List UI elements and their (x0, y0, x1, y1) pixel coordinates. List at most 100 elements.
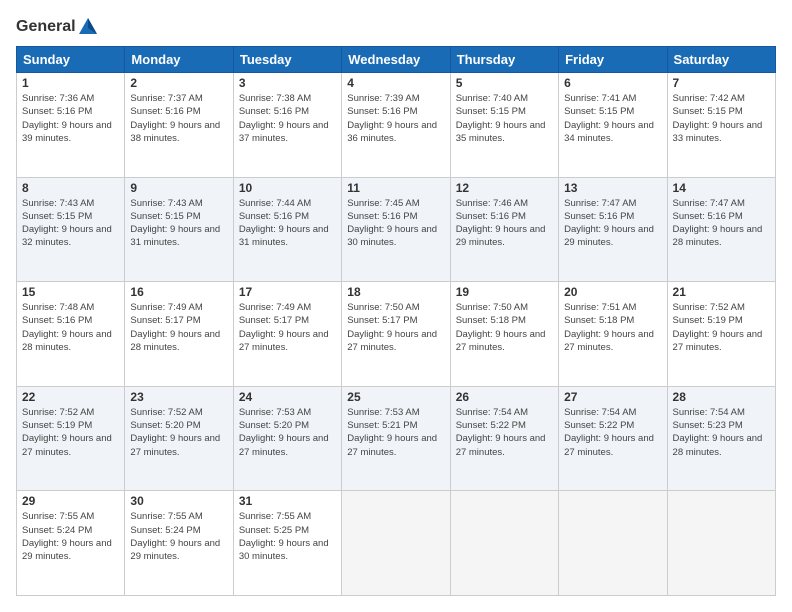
day-cell-5: 5 Sunrise: 7:40 AM Sunset: 5:15 PM Dayli… (450, 73, 558, 178)
day-info-30: Sunrise: 7:55 AM Sunset: 5:24 PM Dayligh… (130, 510, 227, 563)
day-cell-18: 18 Sunrise: 7:50 AM Sunset: 5:17 PM Dayl… (342, 282, 450, 387)
day-number-21: 21 (673, 285, 770, 299)
day-cell-1: 1 Sunrise: 7:36 AM Sunset: 5:16 PM Dayli… (17, 73, 125, 178)
day-cell-15: 15 Sunrise: 7:48 AM Sunset: 5:16 PM Dayl… (17, 282, 125, 387)
day-cell-6: 6 Sunrise: 7:41 AM Sunset: 5:15 PM Dayli… (559, 73, 667, 178)
day-cell-4: 4 Sunrise: 7:39 AM Sunset: 5:16 PM Dayli… (342, 73, 450, 178)
day-number-29: 29 (22, 494, 119, 508)
day-number-6: 6 (564, 76, 661, 90)
calendar-table: Sunday Monday Tuesday Wednesday Thursday… (16, 46, 776, 596)
day-info-3: Sunrise: 7:38 AM Sunset: 5:16 PM Dayligh… (239, 92, 336, 145)
day-number-31: 31 (239, 494, 336, 508)
col-friday: Friday (559, 47, 667, 73)
day-number-7: 7 (673, 76, 770, 90)
day-cell-25: 25 Sunrise: 7:53 AM Sunset: 5:21 PM Dayl… (342, 386, 450, 491)
day-number-4: 4 (347, 76, 444, 90)
day-cell-23: 23 Sunrise: 7:52 AM Sunset: 5:20 PM Dayl… (125, 386, 233, 491)
day-cell-29: 29 Sunrise: 7:55 AM Sunset: 5:24 PM Dayl… (17, 491, 125, 596)
day-info-23: Sunrise: 7:52 AM Sunset: 5:20 PM Dayligh… (130, 406, 227, 459)
day-number-17: 17 (239, 285, 336, 299)
day-info-21: Sunrise: 7:52 AM Sunset: 5:19 PM Dayligh… (673, 301, 770, 354)
day-number-5: 5 (456, 76, 553, 90)
day-number-12: 12 (456, 181, 553, 195)
logo: General (16, 16, 100, 36)
day-info-27: Sunrise: 7:54 AM Sunset: 5:22 PM Dayligh… (564, 406, 661, 459)
day-number-24: 24 (239, 390, 336, 404)
day-number-10: 10 (239, 181, 336, 195)
day-info-28: Sunrise: 7:54 AM Sunset: 5:23 PM Dayligh… (673, 406, 770, 459)
day-info-9: Sunrise: 7:43 AM Sunset: 5:15 PM Dayligh… (130, 197, 227, 250)
day-number-22: 22 (22, 390, 119, 404)
day-info-20: Sunrise: 7:51 AM Sunset: 5:18 PM Dayligh… (564, 301, 661, 354)
empty-cell (559, 491, 667, 596)
calendar-week-3: 15 Sunrise: 7:48 AM Sunset: 5:16 PM Dayl… (17, 282, 776, 387)
day-info-4: Sunrise: 7:39 AM Sunset: 5:16 PM Dayligh… (347, 92, 444, 145)
day-info-2: Sunrise: 7:37 AM Sunset: 5:16 PM Dayligh… (130, 92, 227, 145)
day-cell-12: 12 Sunrise: 7:46 AM Sunset: 5:16 PM Dayl… (450, 177, 558, 282)
day-cell-19: 19 Sunrise: 7:50 AM Sunset: 5:18 PM Dayl… (450, 282, 558, 387)
day-info-12: Sunrise: 7:46 AM Sunset: 5:16 PM Dayligh… (456, 197, 553, 250)
day-info-25: Sunrise: 7:53 AM Sunset: 5:21 PM Dayligh… (347, 406, 444, 459)
day-info-29: Sunrise: 7:55 AM Sunset: 5:24 PM Dayligh… (22, 510, 119, 563)
page: General Sunday Monday Tuesday Wednesday … (0, 0, 792, 612)
day-cell-7: 7 Sunrise: 7:42 AM Sunset: 5:15 PM Dayli… (667, 73, 775, 178)
day-number-11: 11 (347, 181, 444, 195)
day-number-25: 25 (347, 390, 444, 404)
day-number-1: 1 (22, 76, 119, 90)
empty-cell (342, 491, 450, 596)
day-info-26: Sunrise: 7:54 AM Sunset: 5:22 PM Dayligh… (456, 406, 553, 459)
day-number-14: 14 (673, 181, 770, 195)
day-cell-13: 13 Sunrise: 7:47 AM Sunset: 5:16 PM Dayl… (559, 177, 667, 282)
day-info-11: Sunrise: 7:45 AM Sunset: 5:16 PM Dayligh… (347, 197, 444, 250)
logo-text: General (16, 16, 100, 38)
day-info-6: Sunrise: 7:41 AM Sunset: 5:15 PM Dayligh… (564, 92, 661, 145)
day-info-16: Sunrise: 7:49 AM Sunset: 5:17 PM Dayligh… (130, 301, 227, 354)
day-info-13: Sunrise: 7:47 AM Sunset: 5:16 PM Dayligh… (564, 197, 661, 250)
day-cell-21: 21 Sunrise: 7:52 AM Sunset: 5:19 PM Dayl… (667, 282, 775, 387)
day-cell-3: 3 Sunrise: 7:38 AM Sunset: 5:16 PM Dayli… (233, 73, 341, 178)
col-sunday: Sunday (17, 47, 125, 73)
day-cell-20: 20 Sunrise: 7:51 AM Sunset: 5:18 PM Dayl… (559, 282, 667, 387)
day-cell-24: 24 Sunrise: 7:53 AM Sunset: 5:20 PM Dayl… (233, 386, 341, 491)
col-saturday: Saturday (667, 47, 775, 73)
empty-cell (667, 491, 775, 596)
day-number-16: 16 (130, 285, 227, 299)
day-info-10: Sunrise: 7:44 AM Sunset: 5:16 PM Dayligh… (239, 197, 336, 250)
day-cell-11: 11 Sunrise: 7:45 AM Sunset: 5:16 PM Dayl… (342, 177, 450, 282)
empty-cell (450, 491, 558, 596)
day-cell-26: 26 Sunrise: 7:54 AM Sunset: 5:22 PM Dayl… (450, 386, 558, 491)
calendar-week-2: 8 Sunrise: 7:43 AM Sunset: 5:15 PM Dayli… (17, 177, 776, 282)
day-cell-9: 9 Sunrise: 7:43 AM Sunset: 5:15 PM Dayli… (125, 177, 233, 282)
day-number-23: 23 (130, 390, 227, 404)
day-info-14: Sunrise: 7:47 AM Sunset: 5:16 PM Dayligh… (673, 197, 770, 250)
day-cell-16: 16 Sunrise: 7:49 AM Sunset: 5:17 PM Dayl… (125, 282, 233, 387)
day-info-18: Sunrise: 7:50 AM Sunset: 5:17 PM Dayligh… (347, 301, 444, 354)
col-thursday: Thursday (450, 47, 558, 73)
day-number-20: 20 (564, 285, 661, 299)
day-number-19: 19 (456, 285, 553, 299)
day-cell-10: 10 Sunrise: 7:44 AM Sunset: 5:16 PM Dayl… (233, 177, 341, 282)
calendar-week-5: 29 Sunrise: 7:55 AM Sunset: 5:24 PM Dayl… (17, 491, 776, 596)
day-info-15: Sunrise: 7:48 AM Sunset: 5:16 PM Dayligh… (22, 301, 119, 354)
day-cell-31: 31 Sunrise: 7:55 AM Sunset: 5:25 PM Dayl… (233, 491, 341, 596)
day-cell-28: 28 Sunrise: 7:54 AM Sunset: 5:23 PM Dayl… (667, 386, 775, 491)
day-info-8: Sunrise: 7:43 AM Sunset: 5:15 PM Dayligh… (22, 197, 119, 250)
calendar-week-1: 1 Sunrise: 7:36 AM Sunset: 5:16 PM Dayli… (17, 73, 776, 178)
day-number-15: 15 (22, 285, 119, 299)
day-number-30: 30 (130, 494, 227, 508)
day-cell-8: 8 Sunrise: 7:43 AM Sunset: 5:15 PM Dayli… (17, 177, 125, 282)
day-cell-27: 27 Sunrise: 7:54 AM Sunset: 5:22 PM Dayl… (559, 386, 667, 491)
day-number-26: 26 (456, 390, 553, 404)
col-wednesday: Wednesday (342, 47, 450, 73)
day-cell-17: 17 Sunrise: 7:49 AM Sunset: 5:17 PM Dayl… (233, 282, 341, 387)
day-number-18: 18 (347, 285, 444, 299)
day-number-27: 27 (564, 390, 661, 404)
day-info-31: Sunrise: 7:55 AM Sunset: 5:25 PM Dayligh… (239, 510, 336, 563)
day-info-17: Sunrise: 7:49 AM Sunset: 5:17 PM Dayligh… (239, 301, 336, 354)
day-number-2: 2 (130, 76, 227, 90)
day-number-28: 28 (673, 390, 770, 404)
col-monday: Monday (125, 47, 233, 73)
logo-icon (77, 16, 99, 38)
day-number-9: 9 (130, 181, 227, 195)
calendar-week-4: 22 Sunrise: 7:52 AM Sunset: 5:19 PM Dayl… (17, 386, 776, 491)
